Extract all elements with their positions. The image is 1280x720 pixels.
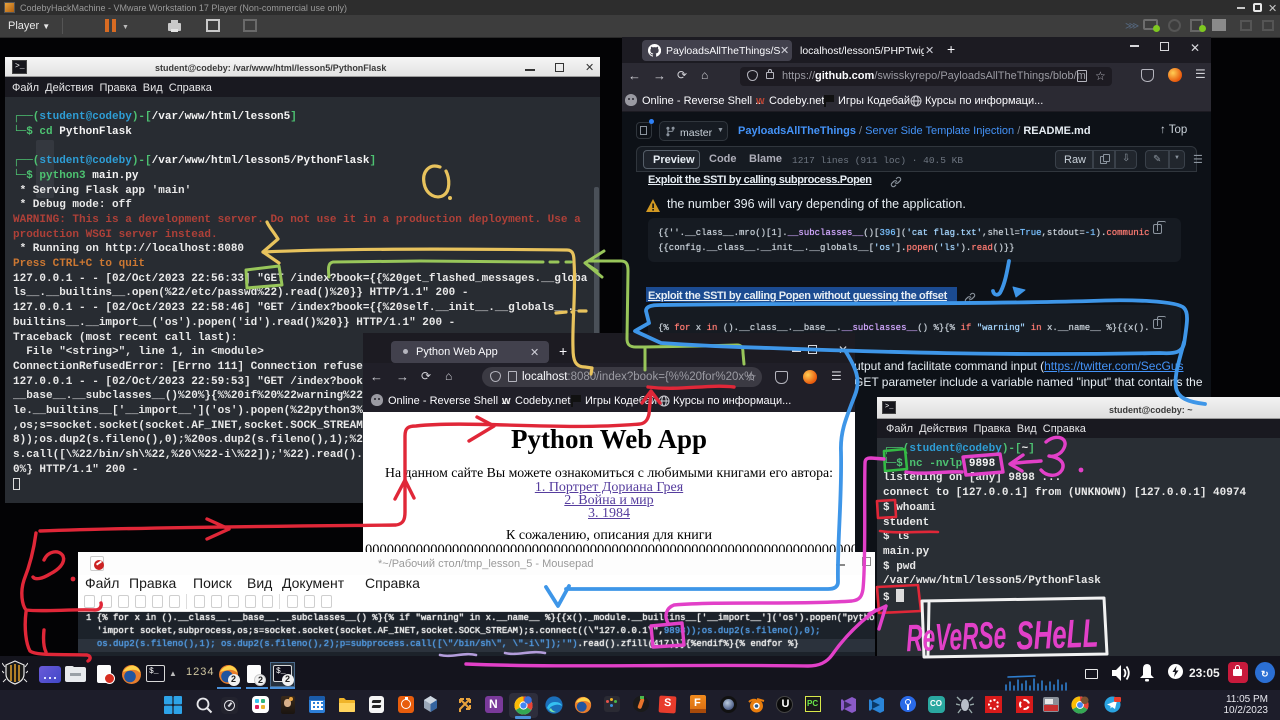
svg-text:ReVeRSe: ReVeRSe: [906, 615, 1007, 660]
svg-text:SHeLL: SHeLL: [1015, 612, 1098, 659]
